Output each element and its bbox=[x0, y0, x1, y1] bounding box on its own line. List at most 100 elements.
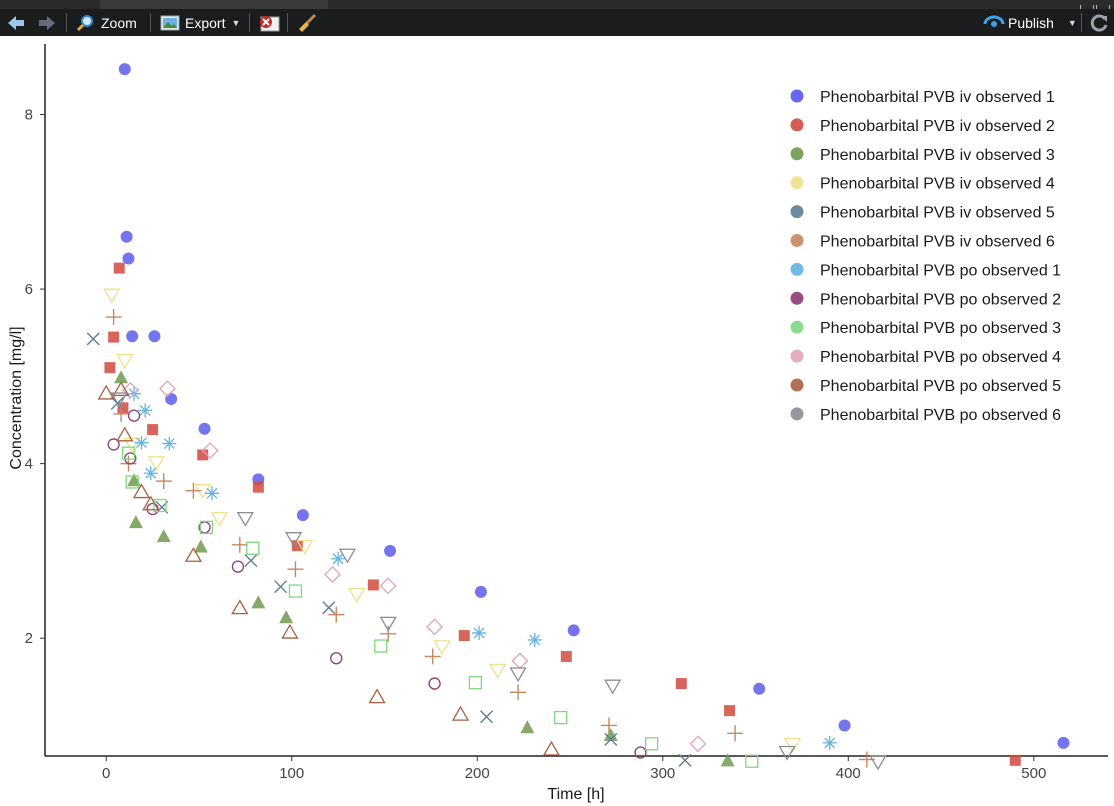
toolbar-divider bbox=[66, 13, 67, 32]
legend-label: Phenobarbital PVB po observed 3 bbox=[820, 320, 1061, 337]
data-point bbox=[236, 511, 254, 527]
zoom-button[interactable]: Zoom bbox=[76, 9, 137, 36]
data-point bbox=[103, 288, 121, 304]
broom-icon bbox=[299, 13, 317, 32]
data-point bbox=[231, 536, 248, 553]
arrow-left-icon bbox=[8, 15, 24, 30]
data-point bbox=[198, 422, 211, 435]
data-point bbox=[287, 561, 304, 578]
data-point bbox=[428, 677, 441, 690]
data-point bbox=[120, 230, 133, 243]
clear-all-plots-button[interactable] bbox=[296, 9, 318, 36]
toolbar-divider bbox=[150, 13, 151, 32]
data-point bbox=[542, 740, 561, 756]
data-point bbox=[118, 63, 131, 76]
remove-plot-icon bbox=[260, 15, 280, 31]
data-point bbox=[374, 639, 388, 653]
data-point bbox=[368, 688, 386, 704]
y-tick-label: 8 bbox=[25, 107, 33, 124]
data-point bbox=[468, 676, 483, 690]
data-point bbox=[838, 719, 851, 732]
data-point bbox=[113, 262, 125, 274]
data-point bbox=[252, 481, 264, 493]
series-12 bbox=[110, 392, 887, 771]
data-point bbox=[527, 632, 542, 647]
active-tab[interactable] bbox=[100, 0, 328, 9]
data-point bbox=[604, 679, 622, 695]
x-tick-label: 400 bbox=[836, 765, 861, 782]
series-11 bbox=[97, 381, 561, 756]
export-menu-button[interactable]: Export ▼ bbox=[160, 9, 240, 36]
zoom-magnifier-icon bbox=[76, 14, 93, 31]
data-point bbox=[822, 735, 837, 750]
data-point bbox=[489, 663, 507, 679]
data-point bbox=[560, 651, 572, 663]
series-2 bbox=[104, 262, 1021, 766]
remove-plot-button[interactable] bbox=[258, 9, 280, 36]
data-point bbox=[348, 587, 366, 603]
legend-label: Phenobarbital PVB po observed 2 bbox=[820, 291, 1061, 308]
publish-button[interactable]: Publish ▼ bbox=[983, 9, 1077, 36]
series-6 bbox=[105, 309, 875, 768]
data-point bbox=[324, 566, 341, 583]
data-point bbox=[510, 684, 527, 701]
data-point bbox=[778, 745, 796, 761]
data-point bbox=[1009, 754, 1021, 766]
legend-label: Phenobarbital PVB iv observed 3 bbox=[820, 147, 1055, 164]
legend-label: Phenobarbital PVB po observed 4 bbox=[820, 349, 1061, 366]
data-point bbox=[554, 710, 568, 725]
y-axis-title: Concentration [mg/l] bbox=[8, 326, 25, 469]
data-point bbox=[128, 515, 143, 529]
legend-key bbox=[790, 262, 804, 276]
data-point bbox=[134, 435, 149, 450]
legend-key bbox=[790, 291, 804, 305]
legend-key bbox=[790, 147, 804, 161]
data-point bbox=[472, 625, 487, 640]
data-point bbox=[231, 560, 245, 573]
data-point bbox=[127, 409, 141, 422]
data-point bbox=[104, 362, 116, 374]
window-controls[interactable] bbox=[1078, 0, 1114, 13]
data-point bbox=[86, 332, 100, 346]
legend-label: Phenobarbital PVB iv observed 5 bbox=[820, 205, 1055, 222]
data-point bbox=[509, 667, 527, 683]
data-point bbox=[105, 309, 122, 326]
data-point bbox=[274, 580, 288, 594]
data-point bbox=[108, 331, 120, 343]
arrow-right-icon bbox=[39, 15, 55, 30]
legend-key bbox=[790, 205, 804, 219]
back-button[interactable] bbox=[6, 9, 26, 36]
data-point bbox=[1057, 736, 1070, 749]
legend-key bbox=[790, 320, 804, 334]
data-point bbox=[116, 354, 134, 369]
data-point bbox=[458, 630, 470, 642]
data-point bbox=[330, 652, 343, 665]
data-point bbox=[322, 601, 336, 615]
data-point bbox=[675, 678, 687, 690]
data-point bbox=[210, 511, 229, 527]
legend-label: Phenobarbital PVB po observed 5 bbox=[820, 378, 1061, 395]
y-tick-label: 6 bbox=[25, 281, 33, 298]
legend-key bbox=[790, 234, 804, 247]
data-point bbox=[433, 640, 451, 656]
series-4 bbox=[103, 288, 802, 753]
data-point bbox=[600, 717, 617, 734]
refresh-button[interactable] bbox=[1089, 9, 1109, 36]
chevron-down-icon: ▼ bbox=[1067, 17, 1077, 28]
data-point bbox=[148, 330, 161, 343]
data-point bbox=[156, 529, 171, 543]
legend-key bbox=[790, 407, 804, 421]
forward-button[interactable] bbox=[37, 9, 57, 36]
data-point bbox=[132, 483, 151, 499]
publish-icon bbox=[983, 15, 1005, 27]
refresh-icon bbox=[1090, 14, 1108, 32]
export-image-icon bbox=[160, 15, 180, 30]
data-point bbox=[384, 544, 397, 557]
data-point bbox=[204, 486, 219, 501]
data-point bbox=[193, 539, 208, 553]
data-point bbox=[474, 585, 487, 598]
export-label: Export bbox=[185, 14, 226, 31]
x-tick-label: 100 bbox=[279, 765, 304, 782]
data-point bbox=[251, 595, 266, 609]
data-point bbox=[246, 541, 260, 555]
